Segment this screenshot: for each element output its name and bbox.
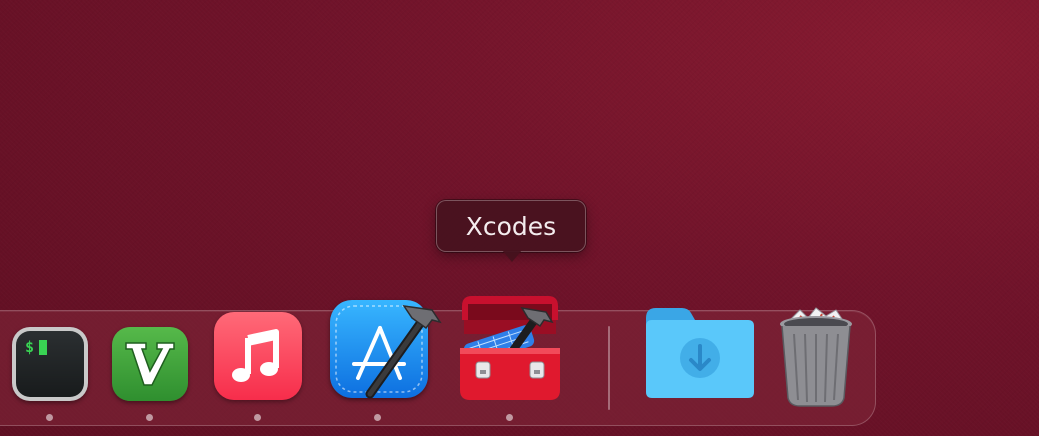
dock-item-xcodes[interactable] xyxy=(456,290,564,402)
dock-item-vim[interactable] xyxy=(112,327,188,401)
terminal-icon: $ xyxy=(16,331,84,397)
running-indicator-xcode xyxy=(374,414,381,421)
dock-item-terminal[interactable]: $ xyxy=(12,327,88,401)
vim-icon xyxy=(125,342,175,386)
running-indicator-terminal xyxy=(46,414,53,421)
trash-icon xyxy=(780,307,852,407)
xcodes-icon xyxy=(460,296,560,400)
dock-item-downloads[interactable] xyxy=(642,304,756,400)
running-indicator-vim xyxy=(146,414,153,421)
dock-tooltip-arrow xyxy=(502,250,522,262)
dock-divider xyxy=(608,326,610,410)
dock-item-music[interactable] xyxy=(214,312,302,400)
dock-tooltip: Xcodes xyxy=(436,200,586,252)
xcode-icon xyxy=(335,305,442,399)
dock-item-trash[interactable] xyxy=(778,306,854,408)
music-icon xyxy=(232,329,279,382)
running-indicator-xcodes xyxy=(506,414,513,421)
running-indicator-music xyxy=(254,414,261,421)
terminal-prompt: $ xyxy=(25,338,35,356)
downloads-folder-icon xyxy=(646,308,754,398)
dock-item-xcode[interactable] xyxy=(328,292,444,404)
terminal-cursor xyxy=(39,340,47,355)
